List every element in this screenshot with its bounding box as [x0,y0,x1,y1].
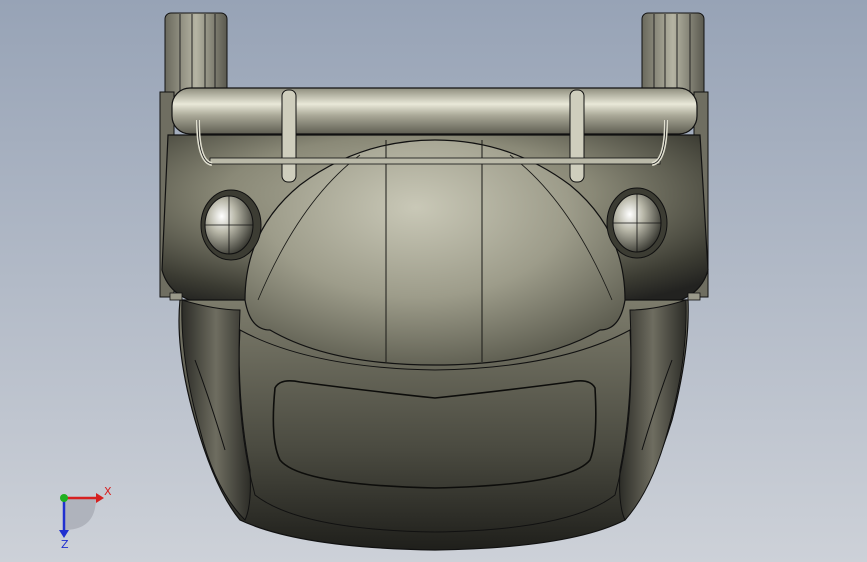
x-axis-label: X [104,485,112,498]
left-mount-tab [169,292,183,301]
z-axis-label: Z [61,538,69,550]
triad-plane [64,498,96,530]
y-axis-dot-icon [60,494,68,502]
left-headlight [200,189,262,261]
coordinate-triad[interactable]: X Z [44,480,124,550]
car-3d-model[interactable] [0,0,867,562]
z-axis-arrow-icon [59,530,69,538]
x-axis-arrow-icon [96,493,104,503]
graphics-viewport[interactable]: X Z [0,0,867,562]
right-headlight [606,187,668,259]
right-mount-tab [687,292,701,301]
